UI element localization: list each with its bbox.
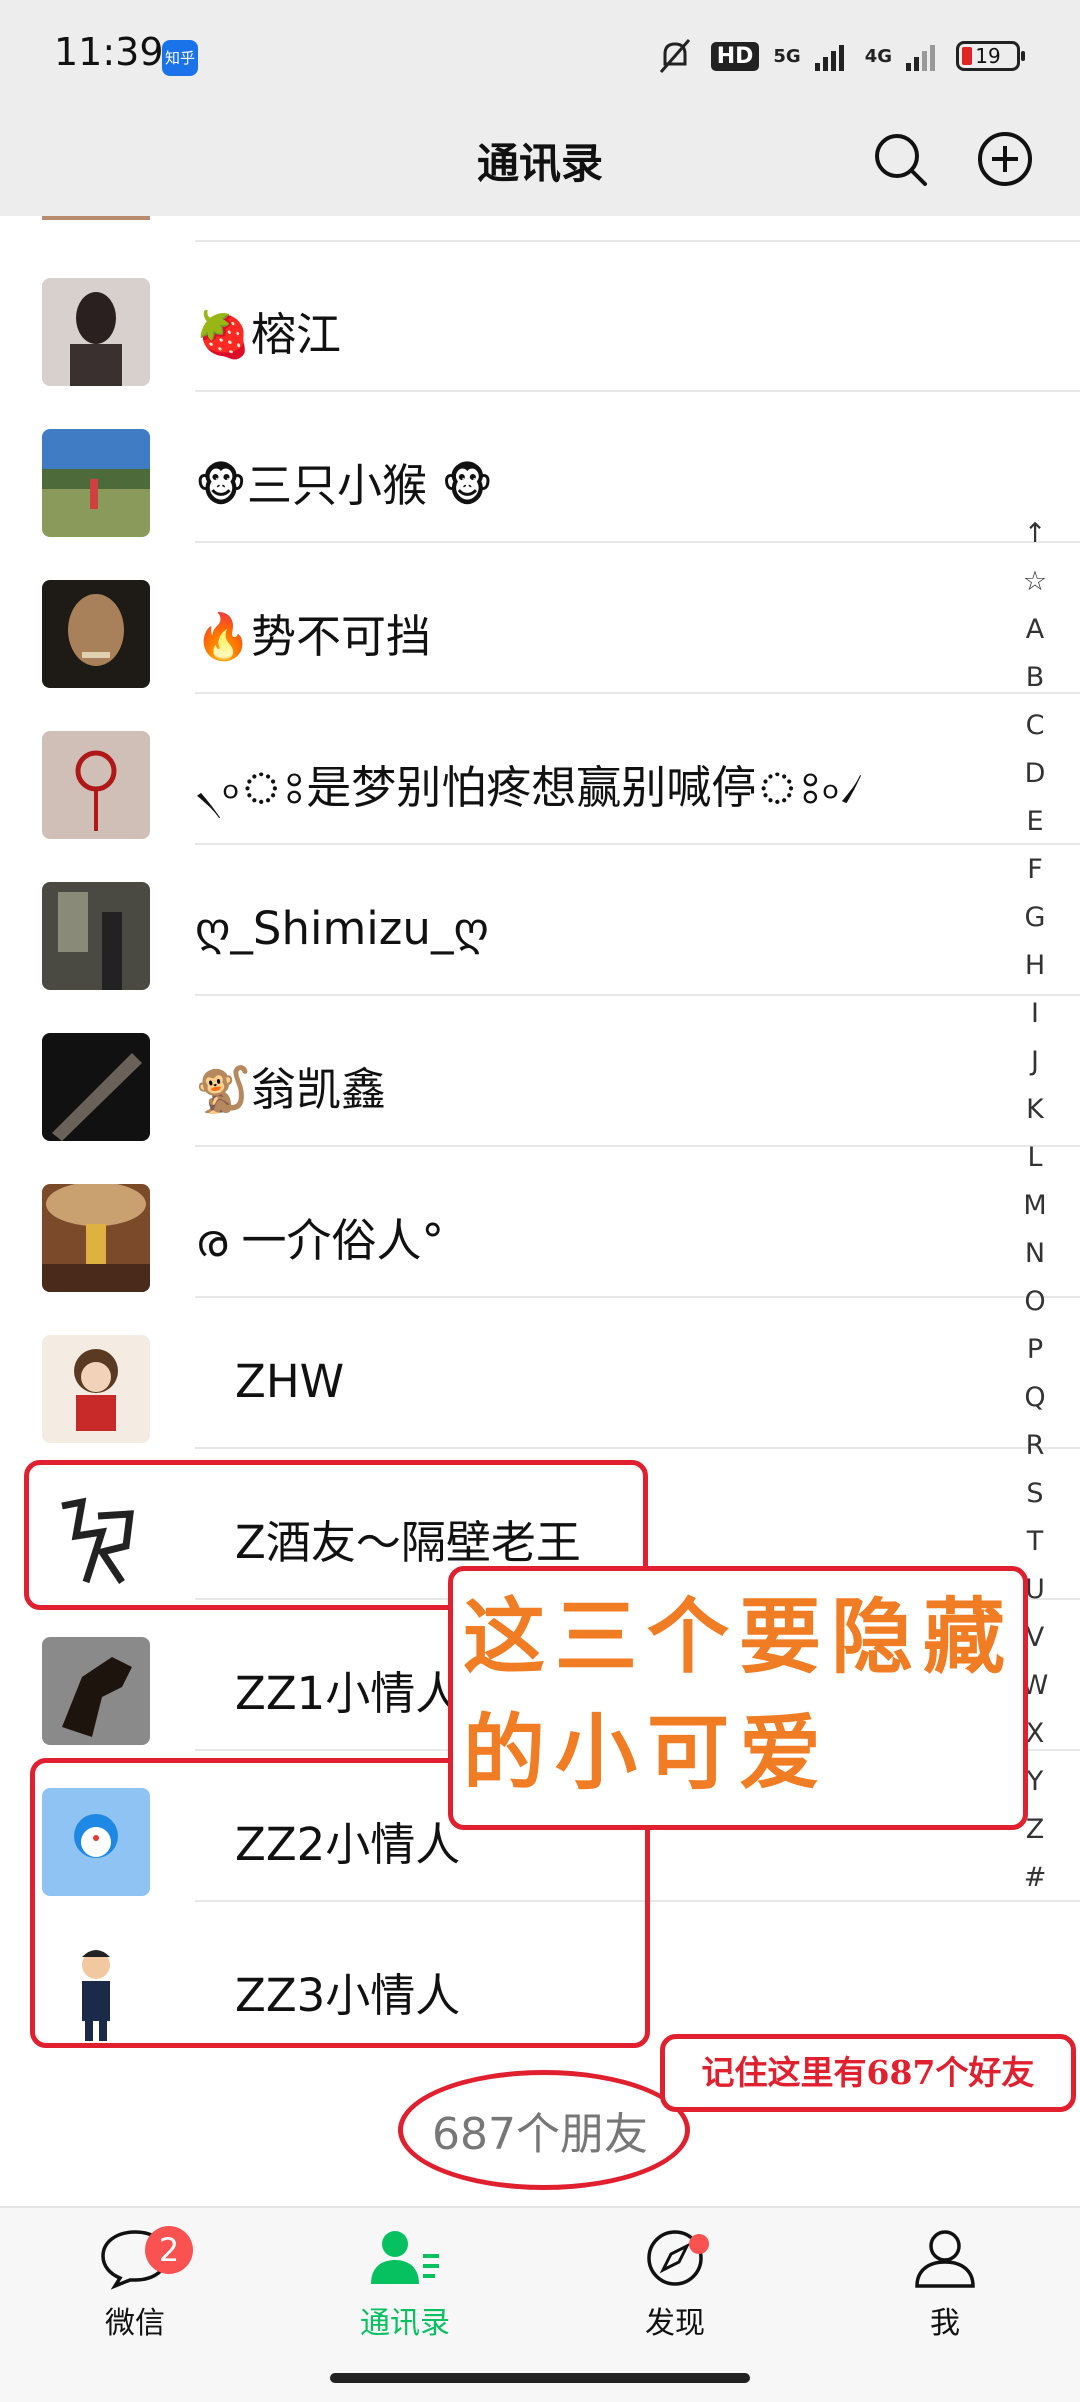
contact-name: 🔥势不可挡 [195,610,432,663]
contact-row[interactable]: 🍓榕江 [0,240,1080,392]
contact-name: ര 一介俗人° [195,1214,445,1267]
index-letter[interactable]: E [1010,798,1060,846]
signal-icon [814,45,844,71]
zhihu-app-icon: 知乎 [162,40,198,76]
index-letter[interactable]: I [1010,990,1060,1038]
contact-row[interactable]: ZHW [0,1297,1080,1449]
tab-contacts[interactable]: 通讯录 [305,2226,505,2342]
contact-row[interactable]: 🐵三只小猴 🐵 [0,391,1080,543]
battery-icon: 19 [956,41,1025,71]
highlight-ellipse [398,2070,690,2190]
index-letter[interactable]: L [1010,1134,1060,1182]
tab-label: 通讯录 [360,2306,450,2341]
avatar [42,1184,150,1292]
contact-name: 🍓榕江 [195,308,342,361]
contact-row[interactable]: 🔥势不可挡 [0,542,1080,694]
network-5g-label: 5G [773,45,801,67]
mute-icon [659,39,690,73]
person-icon [915,2230,975,2288]
index-letter[interactable]: Q [1010,1374,1060,1422]
index-letter[interactable]: O [1010,1278,1060,1326]
contact-name: ZHW [235,1355,345,1408]
annotation-note: 这三个要隐藏 的小可爱 [448,1566,1028,1830]
tab-label: 发现 [645,2306,705,2341]
index-letter[interactable]: P [1010,1326,1060,1374]
search-icon [875,134,927,186]
index-letter[interactable]: ↑ [1010,510,1060,558]
index-letter[interactable]: G [1010,894,1060,942]
avatar [42,429,150,537]
index-letter[interactable]: M [1010,1182,1060,1230]
contact-name: 🐵三只小猴 🐵 [195,459,494,512]
search-button[interactable] [865,124,935,194]
status-icons: HD 5G 4G 19 [653,34,1025,78]
signal-icon [906,45,935,71]
battery-level: 19 [975,44,1001,68]
index-letter[interactable]: R [1010,1422,1060,1470]
avatar [42,1033,150,1141]
annotation-line: 这三个要隐藏 [463,1589,1016,1685]
index-letter[interactable]: A [1010,606,1060,654]
partial-avatar [42,216,150,220]
avatar [42,731,150,839]
hd-icon: HD [710,41,760,71]
index-letter[interactable]: H [1010,942,1060,990]
contact-row[interactable]: 🐒翁凯鑫 [0,995,1080,1147]
status-bar: 11:39 知乎 HD 5G 4G 19 [0,0,1080,110]
index-letter[interactable]: K [1010,1086,1060,1134]
annotation-note-small: 记住这里有687个好友 [660,2034,1076,2112]
index-letter[interactable]: ☆ [1010,558,1060,606]
tab-chats[interactable]: 微信 2 [35,2226,235,2342]
index-letter[interactable]: J [1010,1038,1060,1086]
tab-me[interactable]: 我 [845,2226,1045,2342]
contact-row[interactable]: ღ_Shimizu_ღ [0,844,1080,996]
index-letter[interactable]: T [1010,1518,1060,1566]
index-letter[interactable]: C [1010,702,1060,750]
index-letter[interactable]: S [1010,1470,1060,1518]
index-letter[interactable]: N [1010,1230,1060,1278]
avatar [42,278,150,386]
index-letter[interactable]: F [1010,846,1060,894]
network-4g-label: 4G [864,45,892,67]
notification-dot [689,2234,709,2254]
annotation-line: 的小可爱 [463,1705,832,1801]
home-indicator[interactable] [330,2373,750,2383]
contact-name: ZZ1小情人 [235,1667,461,1720]
contact-row[interactable]: ৲৹ঃ是梦别怕疼想赢别喊停ঃ৹৴ [0,693,1080,845]
index-letter[interactable]: B [1010,654,1060,702]
contact-name: ৲৹ঃ是梦别怕疼想赢别喊停ঃ৹৴ [195,761,864,814]
index-letter[interactable]: # [1010,1854,1060,1902]
tab-label: 我 [930,2306,960,2341]
contact-row[interactable]: ര 一介俗人° [0,1146,1080,1298]
unread-badge: 2 [145,2226,193,2274]
status-time: 11:39 [54,30,164,74]
avatar [42,1335,150,1443]
contacts-icon [371,2231,439,2284]
header: 通讯录 [0,110,1080,216]
index-letter[interactable]: D [1010,750,1060,798]
avatar [42,580,150,688]
tab-discover[interactable]: 发现 [575,2226,775,2342]
contact-name: 🐒翁凯鑫 [195,1063,387,1116]
contact-name: ღ_Shimizu_ღ [195,902,489,955]
avatar [42,1637,150,1745]
add-button[interactable] [970,124,1040,194]
avatar [42,882,150,990]
plus-circle-icon [978,132,1032,186]
tab-label: 微信 [105,2306,165,2341]
